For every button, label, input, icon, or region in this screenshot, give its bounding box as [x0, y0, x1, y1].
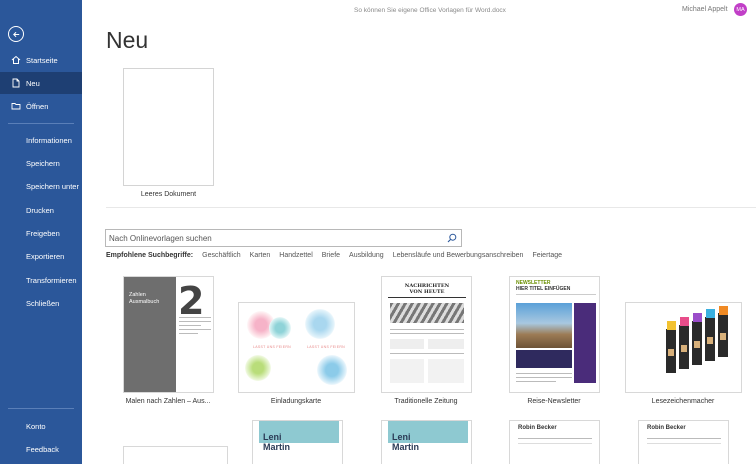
home-icon — [11, 55, 21, 65]
suggested-link[interactable]: Karten — [250, 252, 271, 259]
template-thumbnail: Zahlen Ausmalbuch — [124, 277, 176, 392]
template-traditionelle-zeitung[interactable]: NACHRICHTEN VON HEUTE — [381, 276, 472, 393]
thumbnail-block — [516, 350, 572, 368]
thumbnail-text-lines — [179, 317, 211, 337]
template-label: Lesezeichenmacher — [651, 398, 715, 405]
sidebar-item-schliessen[interactable]: Schließen — [0, 292, 82, 314]
thumbnail-bookmark — [718, 313, 728, 357]
sidebar-item-freigeben[interactable]: Freigeben — [0, 222, 82, 244]
thumbnail-decoration — [305, 309, 335, 339]
back-arrow-icon[interactable] — [8, 26, 24, 42]
sidebar-item-startseite[interactable]: Startseite — [0, 49, 82, 71]
thumbnail-decoration — [269, 317, 291, 339]
sidebar-item-label: Öffnen — [26, 101, 49, 111]
avatar[interactable]: MA — [734, 3, 747, 16]
folder-open-icon — [11, 101, 21, 111]
thumbnail-image — [390, 303, 464, 323]
sidebar-item-speichern[interactable]: Speichern — [0, 152, 82, 174]
section-divider — [106, 207, 756, 208]
backstage-sidebar: Startseite Neu Öffnen Informationen Spei… — [0, 0, 82, 464]
thumbnail-bookmark — [705, 317, 715, 361]
new-document-icon — [11, 78, 21, 88]
template-card[interactable] — [123, 446, 228, 464]
thumbnail-bookmark — [692, 321, 702, 365]
suggested-link[interactable]: Handzettel — [279, 252, 312, 259]
template-lebenslauf-leni-martin[interactable]: Leni Martin — [252, 420, 343, 464]
sidebar-item-drucken[interactable]: Drucken — [0, 199, 82, 221]
sidebar-item-exportieren[interactable]: Exportieren — [0, 245, 82, 267]
sidebar-item-konto[interactable]: Konto — [0, 415, 82, 437]
sidebar-item-oeffnen[interactable]: Öffnen — [0, 95, 82, 117]
template-lebenslauf-robin-becker[interactable]: Robin Becker — [509, 420, 600, 464]
blank-document-label: Leeres Dokument — [140, 191, 197, 198]
sidebar-item-speichern-unter[interactable]: Speichern unter — [0, 175, 82, 197]
suggested-link[interactable]: Briefe — [322, 252, 340, 259]
search-icon[interactable] — [447, 233, 457, 243]
sidebar-item-informationen[interactable]: Informationen — [0, 129, 82, 151]
suggested-label: Empfohlene Suchbegriffe: — [106, 252, 194, 259]
page-title: Neu — [106, 27, 149, 53]
thumbnail-name: Robin Becker — [518, 425, 557, 431]
template-malen-nach-zahlen[interactable]: Zahlen Ausmalbuch 2 — [123, 276, 214, 393]
thumbnail-decoration — [245, 355, 271, 381]
thumbnail-decoration — [317, 355, 347, 385]
sidebar-divider — [8, 408, 74, 409]
template-search-input[interactable] — [109, 231, 444, 245]
suggested-link[interactable]: Lebensläufe und Bewerbungsanschreiben — [393, 252, 524, 259]
thumbnail-name: Robin Becker — [647, 425, 686, 431]
template-label: Einladungskarte — [270, 398, 322, 405]
sidebar-item-label: Startseite — [26, 55, 58, 65]
template-label: Reise-Newsletter — [527, 398, 581, 405]
template-lesezeichenmacher[interactable] — [625, 302, 742, 393]
template-reise-newsletter[interactable]: NEWSLETTER HIER TITEL EINFÜGEN — [509, 276, 600, 393]
sidebar-item-neu[interactable]: Neu — [0, 72, 82, 94]
sidebar-item-feedback[interactable]: Feedback — [0, 438, 82, 460]
suggested-link[interactable]: Feiertage — [532, 252, 562, 259]
template-anschreiben-leni-martin[interactable]: Leni Martin — [381, 420, 472, 464]
sidebar-item-transformieren[interactable]: Transformieren — [0, 269, 82, 291]
thumbnail-title: NEWSLETTER HIER TITEL EINFÜGEN — [516, 280, 571, 292]
template-search-box — [105, 229, 462, 247]
window-title: So können Sie eigene Office Vorlagen für… — [354, 7, 506, 14]
thumbnail-name: Leni Martin — [263, 432, 290, 452]
user-name[interactable]: Michael Appelt — [682, 6, 728, 13]
thumbnail-text: LASST UNS FEIERN — [307, 345, 345, 349]
suggested-searches: Empfohlene Suchbegriffe: Geschäftlich Ka… — [106, 252, 571, 259]
blank-document-template[interactable] — [123, 68, 214, 186]
suggested-link[interactable]: Ausbildung — [349, 252, 384, 259]
thumbnail-text: LASST UNS FEIERN — [253, 345, 291, 349]
thumbnail-bookmark — [666, 329, 676, 373]
thumbnail-bookmark — [679, 325, 689, 369]
template-label: Malen nach Zahlen – Aus... — [125, 398, 211, 405]
sidebar-divider — [8, 123, 74, 124]
thumbnail-name: Leni Martin — [392, 432, 419, 452]
thumbnail-masthead: NACHRICHTEN VON HEUTE — [388, 283, 466, 298]
template-label: Traditionelle Zeitung — [394, 398, 458, 405]
thumbnail-image — [516, 303, 572, 348]
suggested-link[interactable]: Geschäftlich — [202, 252, 241, 259]
sidebar-item-label: Neu — [26, 78, 40, 88]
thumbnail-sidebar — [574, 303, 596, 383]
template-einladungskarte[interactable]: LASST UNS FEIERN LASST UNS FEIERN — [238, 302, 355, 393]
template-anschreiben-robin-becker[interactable]: Robin Becker — [638, 420, 729, 464]
